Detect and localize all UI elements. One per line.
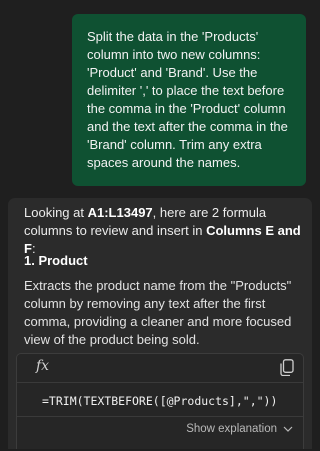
formula-footer: Show explanation xyxy=(17,416,303,451)
assistant-response-card: Looking at A1:L13497, here are 2 formula… xyxy=(8,198,312,449)
fx-icon: fx xyxy=(36,358,50,374)
user-message-bubble: Split the data in the 'Products' column … xyxy=(72,14,306,186)
show-explanation-button[interactable]: Show explanation xyxy=(186,423,293,435)
copy-icon[interactable] xyxy=(280,359,294,376)
formula-box: fx =TRIM(TEXTBEFORE([@Products],",")) Sh… xyxy=(16,353,304,449)
show-explanation-label: Show explanation xyxy=(186,423,277,435)
formula-toolbar: fx xyxy=(17,354,303,383)
formula-text[interactable]: =TRIM(TEXTBEFORE([@Products],",")) xyxy=(42,394,277,408)
user-message-text: Split the data in the 'Products' column … xyxy=(87,29,288,170)
chevron-down-icon xyxy=(283,426,293,432)
intro-range: A1:L13497 xyxy=(87,205,153,220)
intro-prefix: Looking at xyxy=(24,205,88,220)
assistant-intro: Looking at A1:L13497, here are 2 formula… xyxy=(24,204,308,258)
section-title: 1. Product xyxy=(24,253,88,268)
section-description: Extracts the product name from the "Prod… xyxy=(24,278,292,347)
